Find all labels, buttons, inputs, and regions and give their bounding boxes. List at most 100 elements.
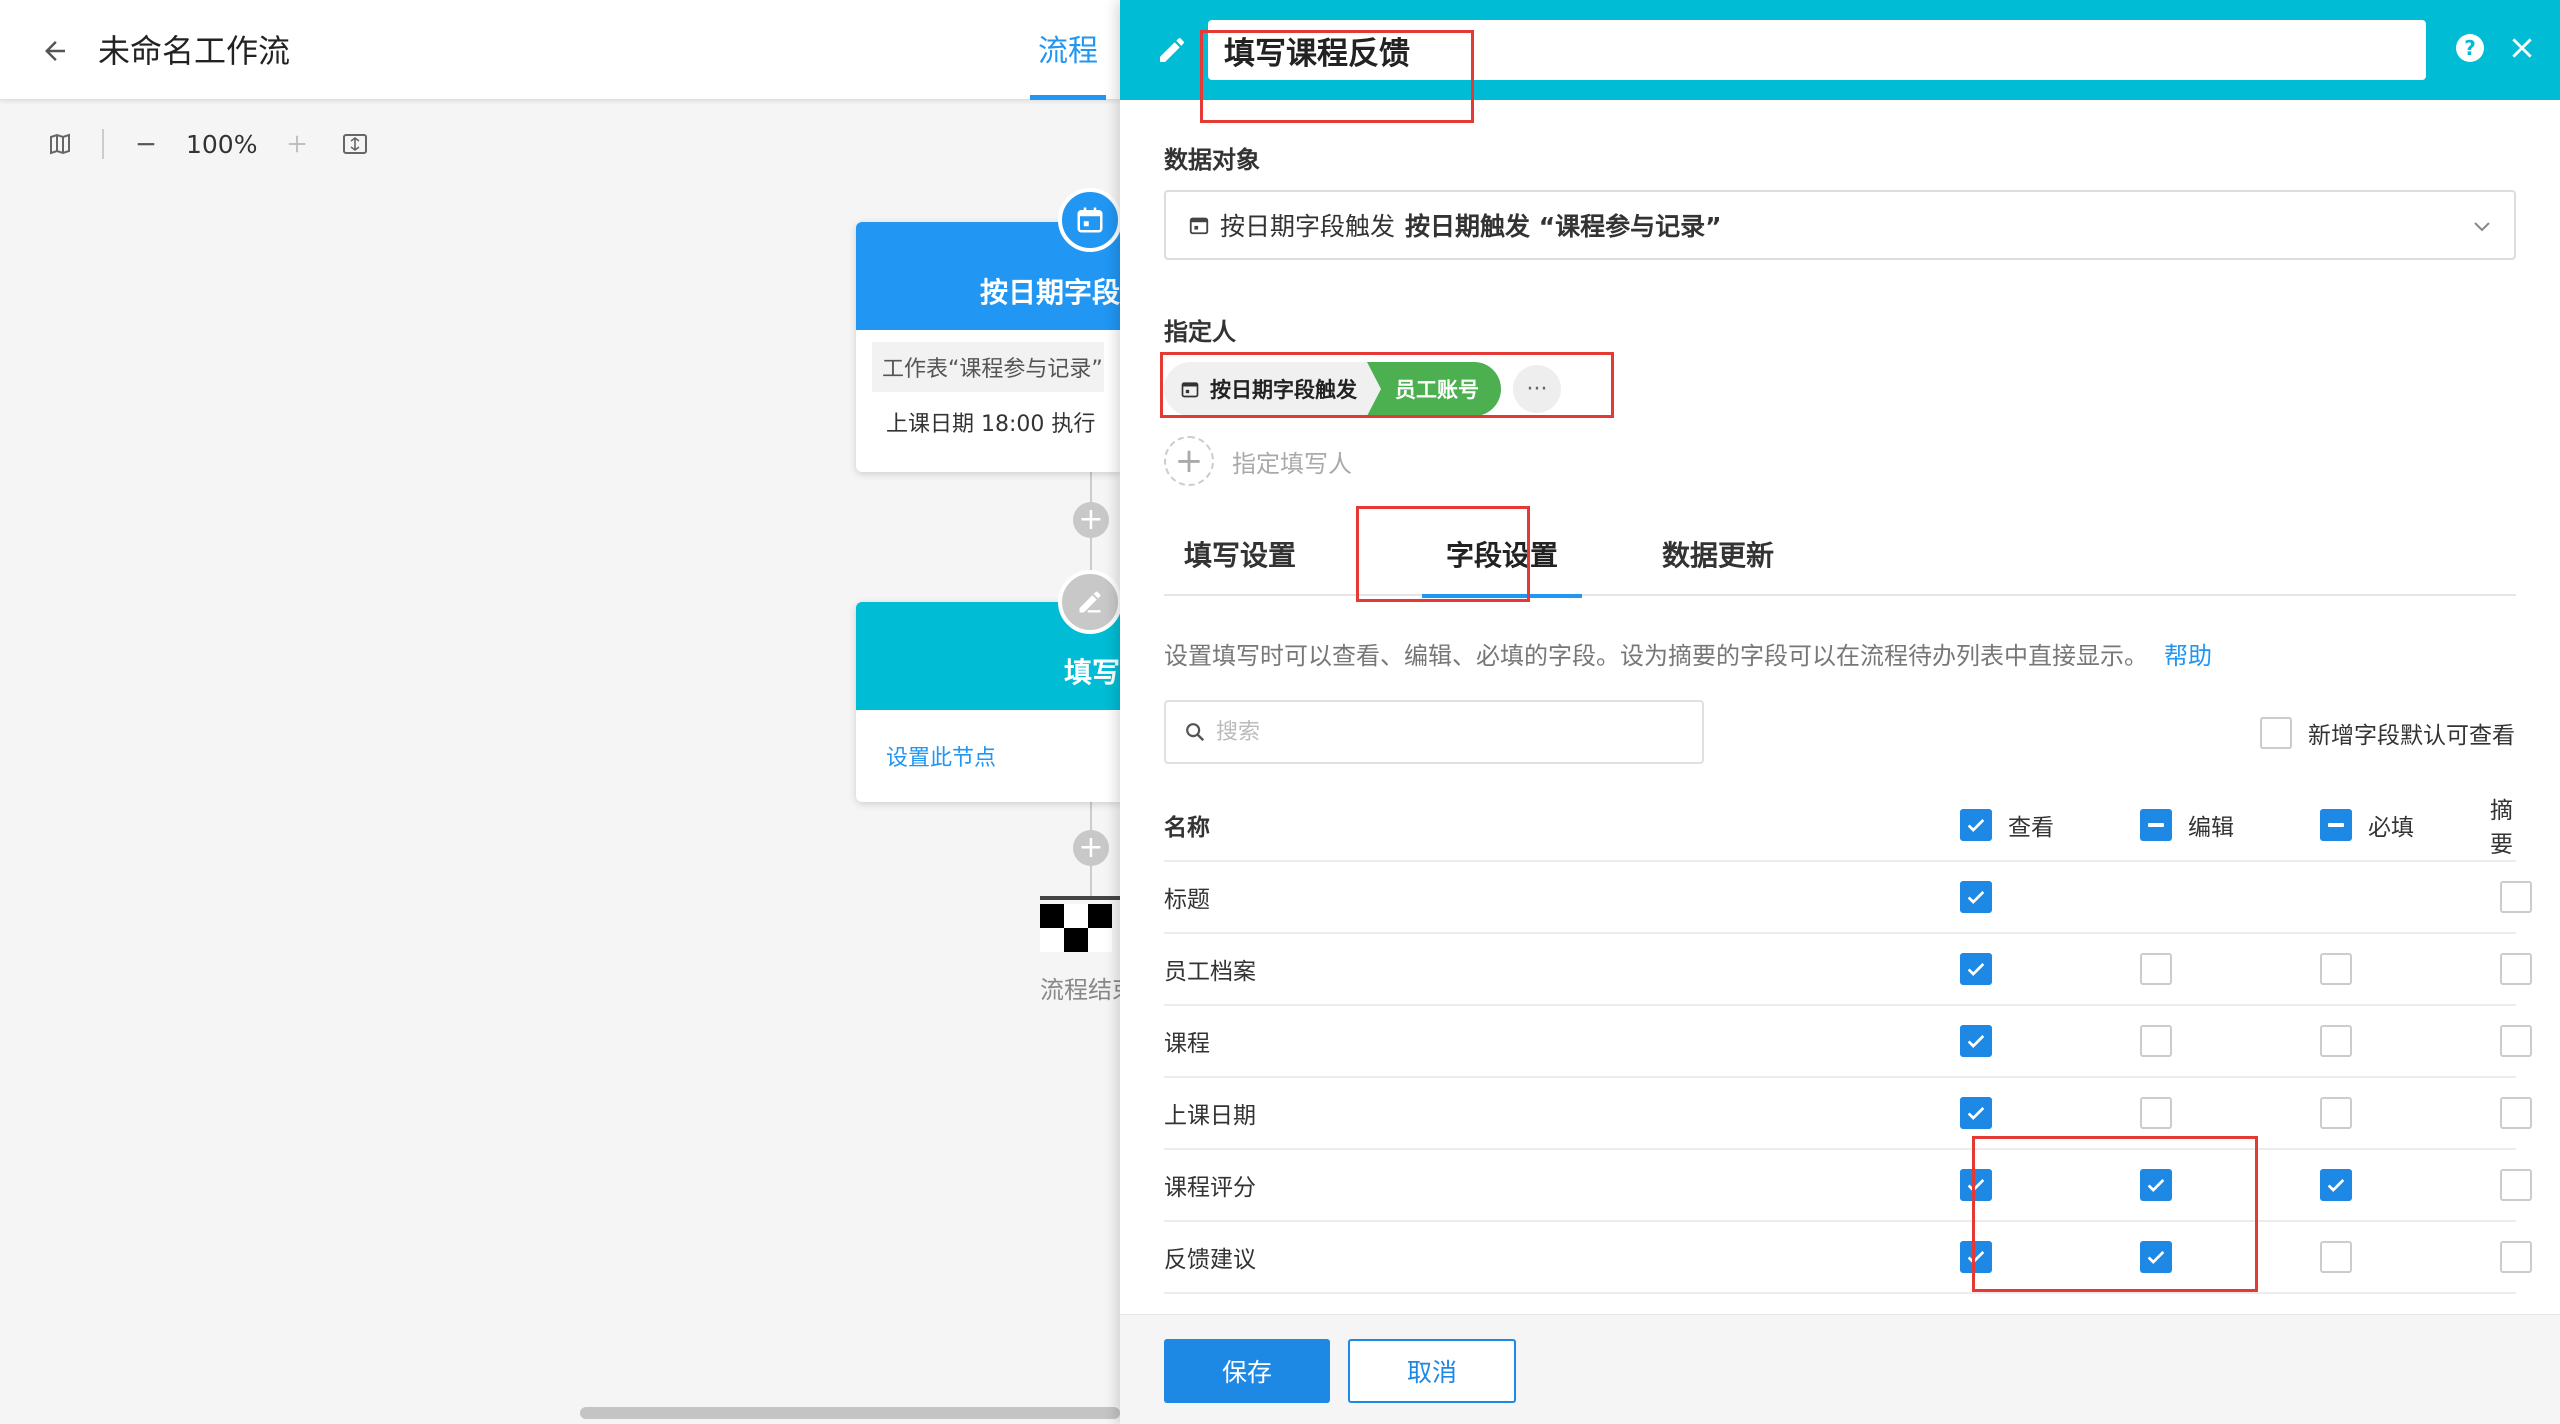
table-row: 课程评分 — [1164, 1150, 2532, 1222]
checkmark-icon — [2147, 1250, 2165, 1264]
close-button[interactable] — [2504, 30, 2540, 66]
summary-checkbox[interactable] — [2500, 881, 2532, 913]
finish-flag-icon — [1040, 896, 1120, 952]
header-required-checkbox[interactable] — [2320, 809, 2352, 841]
plus-icon: + — [1078, 830, 1104, 865]
required-checkbox[interactable] — [2320, 1169, 2352, 1201]
map-icon — [50, 133, 70, 155]
data-object-value: 按日期触发 “课程参与记录” — [1405, 212, 1722, 241]
checkmark-icon — [2147, 1178, 2165, 1192]
checkmark-icon — [1967, 1034, 1985, 1048]
tab-field-settings[interactable]: 字段设置 — [1421, 512, 1583, 598]
default-view-option[interactable]: 新增字段默认可查看 — [2260, 716, 2515, 750]
assignee-field: 员工账号 — [1367, 362, 1501, 416]
plus-icon — [289, 135, 306, 153]
table-row: 课程 — [1164, 1006, 2532, 1078]
node-name-input[interactable] — [1208, 20, 2426, 80]
help-icon[interactable]: ? — [2456, 34, 2484, 62]
checkmark-icon — [2327, 1178, 2345, 1192]
node-settings-panel: ? 数据对象 按日期字段触发 按日期触发 “课程参与记录” 指定人 按日期字段触… — [1120, 0, 2560, 1424]
view-checkbox[interactable] — [1960, 1169, 1992, 1201]
chevron-down-icon — [2474, 222, 2490, 232]
configure-node-link[interactable]: 设置此节点 — [886, 740, 1120, 772]
workflow-title[interactable]: 未命名工作流 — [98, 26, 290, 72]
trigger-node-worksheet: 工作表“课程参与记录” — [872, 342, 1104, 392]
back-button[interactable] — [32, 28, 78, 74]
summary-checkbox[interactable] — [2500, 953, 2532, 985]
required-checkbox[interactable] — [2320, 1025, 2352, 1057]
assignee-source-text: 按日期字段触发 — [1210, 378, 1357, 402]
column-header-view: 查看 — [2008, 815, 2054, 841]
toolbar-divider — [102, 129, 104, 159]
assignee-label: 指定人 — [1164, 318, 1236, 346]
add-assignee-label: 指定填写人 — [1232, 449, 1352, 478]
table-row: 上课日期 — [1164, 1078, 2532, 1150]
default-view-label: 新增字段默认可查看 — [2308, 723, 2515, 749]
summary-checkbox[interactable] — [2500, 1097, 2532, 1129]
trigger-node-title: 按日期字段 — [979, 276, 1120, 309]
summary-checkbox[interactable] — [2500, 1241, 2532, 1273]
horizontal-scrollbar[interactable] — [580, 1407, 1120, 1419]
fit-screen-button[interactable] — [335, 124, 375, 164]
calendar-icon — [1181, 382, 1199, 398]
checkmark-icon — [1967, 890, 1985, 904]
tab-fill-settings[interactable]: 填写设置 — [1184, 512, 1296, 596]
add-node-button[interactable]: + — [1073, 830, 1109, 866]
view-checkbox[interactable] — [1960, 953, 1992, 985]
required-checkbox[interactable] — [2320, 1097, 2352, 1129]
field-permissions-table: 名称 查看 编辑 必填 摘要 标题 员工档案 课程 上课日期 课程评分 反馈建议 — [1164, 790, 2532, 1294]
column-header-edit: 编辑 — [2188, 815, 2234, 841]
cancel-button[interactable]: 取消 — [1348, 1339, 1516, 1403]
calendar-icon — [1058, 188, 1122, 252]
table-row: 反馈建议 — [1164, 1222, 2532, 1294]
arrow-left-icon — [45, 41, 65, 61]
description-text: 设置填写时可以查看、编辑、必填的字段。设为摘要的字段可以在流程待办列表中直接显示… — [1164, 642, 2148, 670]
tab-flow[interactable]: 流程 — [1030, 0, 1106, 100]
header-view-checkbox[interactable] — [1960, 809, 1992, 841]
save-button[interactable]: 保存 — [1164, 1339, 1330, 1403]
field-name: 课程 — [1164, 1031, 1210, 1057]
header-edit-checkbox[interactable] — [2140, 809, 2172, 841]
view-checkbox[interactable] — [1960, 1097, 1992, 1129]
tab-data-update[interactable]: 数据更新 — [1662, 512, 1774, 596]
edit-checkbox[interactable] — [2140, 1241, 2172, 1273]
zoom-in-button[interactable] — [277, 124, 317, 164]
end-node-label: 流程结束 — [1040, 976, 1120, 1004]
required-checkbox[interactable] — [2320, 953, 2352, 985]
data-object-select[interactable]: 按日期字段触发 按日期触发 “课程参与记录” — [1164, 190, 2516, 260]
search-input[interactable] — [1216, 719, 1676, 745]
checkmark-icon — [1967, 1178, 1985, 1192]
checkmark-icon — [1967, 1106, 1985, 1120]
assignee-chip[interactable]: 按日期字段触发 员工账号 ··· — [1164, 362, 1561, 416]
close-icon — [2512, 38, 2532, 58]
edit-checkbox[interactable] — [2140, 1025, 2172, 1057]
summary-checkbox[interactable] — [2500, 1025, 2532, 1057]
edit-checkbox[interactable] — [2140, 953, 2172, 985]
minimap-button[interactable] — [40, 124, 80, 164]
field-name: 员工档案 — [1164, 959, 1256, 985]
zoom-out-button[interactable] — [126, 124, 166, 164]
fill-node-title: 填写 — [1063, 656, 1120, 689]
field-search[interactable] — [1164, 700, 1704, 764]
table-header-row: 名称 查看 编辑 必填 摘要 — [1164, 790, 2516, 862]
help-link[interactable]: 帮助 — [2164, 642, 2212, 670]
field-name: 反馈建议 — [1164, 1247, 1256, 1273]
summary-checkbox[interactable] — [2500, 1169, 2532, 1201]
calendar-icon — [1189, 217, 1209, 235]
search-icon — [1186, 723, 1205, 742]
add-assignee-button[interactable]: + 指定填写人 — [1164, 436, 1352, 486]
column-header-summary: 摘要 — [2490, 798, 2513, 858]
canvas-toolbar: 100% — [40, 124, 375, 164]
default-view-checkbox[interactable] — [2260, 717, 2292, 749]
edit-checkbox[interactable] — [2140, 1169, 2172, 1201]
edit-checkbox[interactable] — [2140, 1097, 2172, 1129]
view-checkbox[interactable] — [1960, 881, 1992, 913]
add-node-button[interactable]: + — [1073, 502, 1109, 538]
more-options-button[interactable]: ··· — [1513, 365, 1561, 413]
table-row: 标题 — [1164, 862, 2532, 934]
view-checkbox[interactable] — [1960, 1241, 1992, 1273]
required-checkbox[interactable] — [2320, 1241, 2352, 1273]
plus-icon: + — [1164, 436, 1214, 486]
view-checkbox[interactable] — [1960, 1025, 1992, 1057]
trigger-node[interactable]: 按日期字段 工作表“课程参与记录” 上课日期 18:00 执行 — [856, 222, 1120, 472]
